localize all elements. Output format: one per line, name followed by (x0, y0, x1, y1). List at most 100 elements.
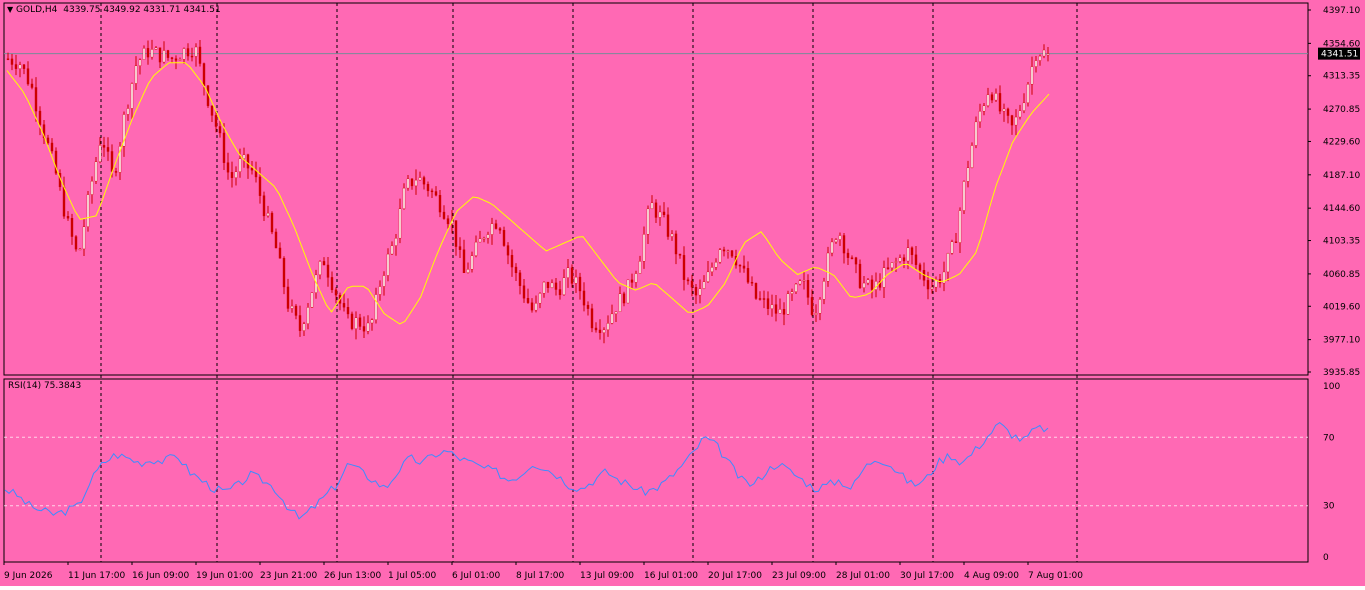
candle-body (62, 186, 66, 217)
candle-body (890, 262, 894, 269)
candle (114, 167, 118, 177)
candle (170, 56, 174, 63)
candle-body (1010, 115, 1014, 126)
candle-body (50, 142, 54, 152)
candle-body (994, 93, 998, 101)
price-tick-label: 4397.10 (1323, 6, 1360, 16)
candle-body (906, 247, 910, 262)
candle (1046, 47, 1050, 62)
candle (434, 186, 438, 197)
candle-body (378, 286, 382, 295)
candle (226, 152, 230, 180)
candle-body (858, 263, 862, 288)
candle-body (1014, 116, 1018, 126)
time-tick-label: 23 Jul 09:00 (772, 571, 826, 581)
candle-body (466, 269, 470, 274)
candle-body (1006, 108, 1010, 116)
candle-body (150, 49, 154, 58)
candle (898, 254, 902, 264)
candle-body (438, 195, 442, 213)
candle (502, 226, 506, 247)
candle-body (686, 279, 690, 282)
candle (910, 246, 914, 265)
candle (146, 40, 150, 65)
candle (302, 321, 306, 336)
candle (238, 148, 242, 178)
candle-body (446, 218, 450, 225)
symbol-menu[interactable]: ▼ GOLD,H4 4339.75 4349.92 4331.71 4341.5… (7, 5, 221, 15)
candle-body (742, 265, 746, 269)
candle (1022, 93, 1026, 114)
candle-body (106, 147, 110, 152)
candle-body (306, 307, 310, 324)
candle-body (134, 65, 138, 84)
candle (946, 252, 950, 282)
candle-body (554, 282, 558, 290)
candle-body (846, 252, 850, 258)
candle (382, 271, 386, 296)
candle (886, 257, 890, 270)
candle (458, 237, 462, 258)
candle (474, 235, 478, 258)
candle-body (886, 267, 890, 269)
candle-body (514, 266, 518, 274)
candle (658, 205, 662, 226)
candle (1006, 107, 1010, 124)
candle-body (566, 267, 570, 278)
candle (954, 233, 958, 243)
candle-body (834, 239, 838, 243)
candle (682, 246, 686, 291)
candle (414, 169, 418, 195)
candle (1026, 82, 1030, 107)
candle (626, 279, 630, 304)
candle (390, 241, 394, 256)
candle-body (790, 291, 794, 294)
candle-body (402, 187, 406, 209)
candle-body (310, 292, 314, 308)
candle-body (38, 110, 42, 125)
candle-body (574, 276, 578, 284)
candle-body (1002, 108, 1006, 112)
candle-body (442, 211, 446, 219)
candle (950, 239, 954, 255)
candle-body (710, 267, 714, 273)
candle (994, 88, 998, 103)
candle-body (1038, 55, 1042, 61)
candle (694, 284, 698, 305)
candle-body (542, 281, 546, 294)
candle (18, 61, 22, 78)
candle-body (838, 235, 842, 240)
candle (826, 246, 830, 287)
candle (362, 316, 366, 338)
candle-body (766, 298, 770, 309)
candle (670, 230, 674, 241)
candle-body (538, 293, 542, 304)
candle-body (862, 282, 866, 288)
candle-body (202, 63, 206, 86)
candle (602, 327, 606, 344)
candle-body (502, 230, 506, 246)
candle (802, 271, 806, 290)
candle (42, 120, 46, 144)
candle (82, 219, 86, 257)
candle (1042, 44, 1046, 59)
candle-body (394, 237, 398, 246)
triangle-down-icon[interactable]: ▼ (7, 5, 13, 14)
candle-body (198, 46, 202, 64)
candle-body (318, 261, 322, 276)
candle (62, 176, 66, 219)
candle (22, 63, 26, 75)
candle (790, 288, 794, 301)
candle (310, 292, 314, 309)
candle-body (998, 93, 1002, 112)
candle (14, 54, 18, 76)
candle (706, 260, 710, 283)
candle-body (670, 233, 674, 237)
candle (366, 315, 370, 335)
candle-body (170, 57, 174, 59)
candle (222, 123, 226, 170)
candle (322, 257, 326, 266)
candle (698, 279, 702, 304)
candle-body (126, 108, 130, 115)
candle (482, 236, 486, 243)
